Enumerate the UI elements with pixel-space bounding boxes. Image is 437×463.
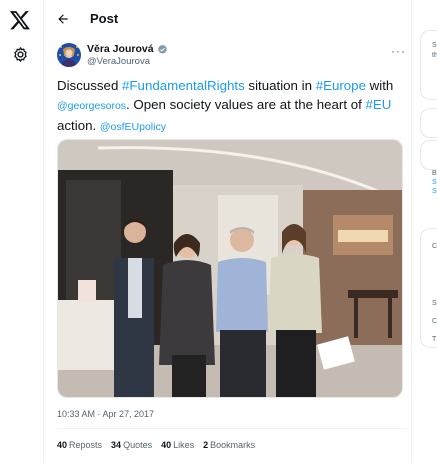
author-name-text: Věra Jourová [87, 43, 154, 55]
sidebar-fragment-text: B [432, 170, 437, 177]
stat-label: Bookmarks [210, 440, 256, 450]
tweet-timestamp[interactable]: 10:33 AM · Apr 27, 2017 [57, 409, 154, 419]
engagement-stats: 40 Reposts 34 Quotes 40 Likes 2 Bookmarks [57, 440, 255, 450]
sidebar-fragment-text[interactable]: S [432, 188, 437, 195]
author-avatar[interactable] [57, 43, 81, 67]
stat-label: Reposts [69, 440, 103, 450]
stat-count: 40 [57, 440, 68, 450]
post-column: Post Věra Jourová @VeraJourova ··· Discu… [44, 0, 412, 463]
sidebar-card [420, 140, 437, 170]
x-logo-icon[interactable] [9, 9, 31, 31]
tweet-text: Discussed #FundamentalRights situation i… [57, 76, 407, 137]
tweet-text-segment: action. [57, 118, 100, 133]
stat-count: 40 [161, 440, 172, 450]
gear-icon[interactable] [12, 46, 29, 63]
right-sidebar-fragment: S th B S S C S C T [412, 0, 437, 463]
hashtag-link[interactable]: #FundamentalRights [122, 78, 245, 93]
author-name[interactable]: Věra Jourová [87, 43, 168, 55]
tweet-photo[interactable] [57, 139, 403, 398]
hashtag-link[interactable]: #EU [366, 97, 392, 112]
sidebar-fragment-text: C [432, 243, 437, 250]
sidebar-fragment-text: S [432, 42, 437, 49]
sidebar-fragment-text[interactable]: S [432, 179, 437, 186]
tweet-text-segment: . Open society values are at the heart o… [126, 97, 366, 112]
left-nav-rail [0, 0, 44, 463]
sidebar-card [420, 108, 437, 138]
post-header: Post [44, 0, 412, 38]
stat-label: Likes [173, 440, 195, 450]
more-options-icon[interactable]: ··· [391, 44, 406, 58]
stat-reposts[interactable]: 40 Reposts [57, 440, 102, 450]
stat-count: 34 [111, 440, 122, 450]
tweet-text-segment: with [365, 78, 394, 93]
mention-link[interactable]: @osfEUpolicy [100, 121, 166, 133]
sidebar-fragment-text: th [432, 52, 437, 59]
divider [57, 428, 407, 429]
stat-quotes[interactable]: 34 Quotes [111, 440, 152, 450]
page-title: Post [90, 11, 119, 26]
mention-link[interactable]: @georgesoros [57, 100, 126, 112]
stat-count: 2 [203, 440, 209, 450]
sidebar-fragment-text: C [432, 318, 437, 325]
sidebar-fragment-text: S [432, 300, 437, 307]
stat-likes[interactable]: 40 Likes [161, 440, 194, 450]
stat-label: Quotes [123, 440, 153, 450]
sidebar-fragment-text: T [432, 336, 437, 343]
hashtag-link[interactable]: #Europe [316, 78, 366, 93]
back-arrow-icon[interactable] [56, 12, 70, 26]
tweet-text-segment: situation in [244, 78, 316, 93]
verified-badge-icon [157, 44, 167, 54]
stat-bookmarks[interactable]: 2 Bookmarks [203, 440, 255, 450]
author-handle[interactable]: @VeraJourova [87, 56, 150, 67]
tweet-text-segment: Discussed [57, 78, 123, 93]
sidebar-card [420, 30, 437, 100]
